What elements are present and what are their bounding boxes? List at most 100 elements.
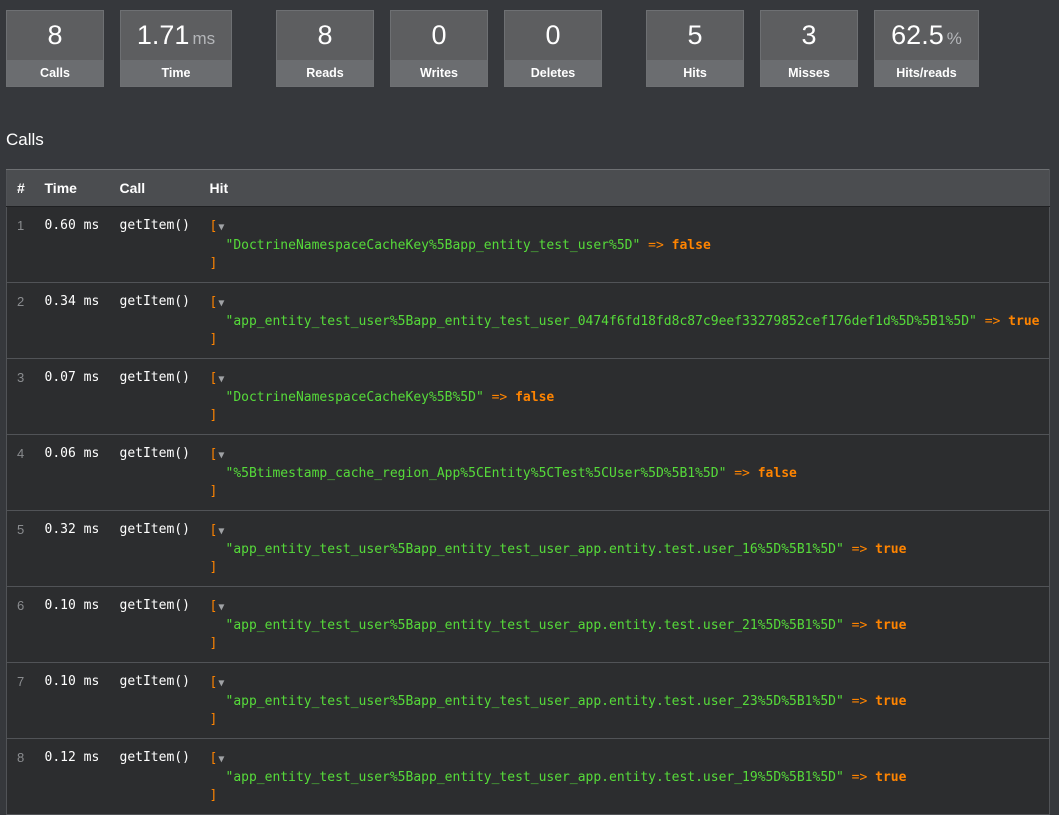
- collapse-toggle-icon[interactable]: ▼: [218, 602, 224, 613]
- dump-entry: "%5Btimestamp_cache_region_App%5CEntity%…: [210, 465, 1049, 483]
- row-number: 5: [6, 510, 35, 587]
- cache-key: "app_entity_test_user%5Bapp_entity_test_…: [225, 770, 844, 785]
- open-bracket: [: [209, 295, 218, 310]
- dump-open: [▼: [210, 446, 1049, 465]
- row-time: 0.60 ms: [34, 206, 110, 283]
- row-hit: [▼ "%5Btimestamp_cache_region_App%5CEntit…: [199, 434, 1050, 511]
- metric-label: Hits/reads: [875, 60, 978, 86]
- collapse-toggle-icon[interactable]: ▼: [218, 678, 224, 689]
- hit-value: true: [875, 770, 907, 785]
- open-bracket: [: [209, 219, 218, 234]
- open-bracket: [: [209, 599, 218, 614]
- metric-unit: %: [946, 29, 962, 48]
- dump-arrow: =>: [648, 238, 664, 253]
- open-bracket: [: [209, 447, 218, 462]
- collapse-toggle-icon[interactable]: ▼: [218, 754, 224, 765]
- hit-value: false: [671, 238, 711, 253]
- collapse-toggle-icon[interactable]: ▼: [218, 450, 224, 461]
- dump-arrow: =>: [491, 390, 508, 405]
- row-time: 0.34 ms: [34, 282, 110, 359]
- dump-open: [▼: [210, 750, 1049, 769]
- dump-close: ]: [210, 407, 1049, 425]
- close-bracket: ]: [209, 636, 218, 651]
- header-num: #: [6, 169, 35, 207]
- dump-close: ]: [210, 559, 1049, 577]
- cache-key: "app_entity_test_user%5Bapp_entity_test_…: [225, 694, 844, 709]
- row-call: getItem(): [109, 282, 200, 359]
- cache-key: "app_entity_test_user%5Bapp_entity_test_…: [225, 618, 844, 633]
- open-bracket: [: [209, 751, 218, 766]
- hit-value: false: [757, 466, 797, 481]
- dump-entry: "DoctrineNamespaceCacheKey%5B%5D" => fal…: [210, 389, 1049, 407]
- open-bracket: [: [209, 371, 218, 386]
- row-hit: [▼ "app_entity_test_user%5Bapp_entity_tes…: [199, 738, 1050, 815]
- metric-value: 0: [431, 20, 447, 50]
- close-bracket: ]: [209, 256, 218, 271]
- table-row: 4 0.06 ms getItem() [▼ "%5Btimestamp_cache_r…: [6, 434, 1050, 511]
- dump-open: [▼: [210, 218, 1049, 237]
- table-row: 2 0.34 ms getItem() [▼ "app_entity_test_user…: [6, 282, 1050, 359]
- table-row: 8 0.12 ms getItem() [▼ "app_entity_test_user…: [6, 738, 1050, 815]
- dump-arrow: =>: [851, 694, 868, 709]
- open-bracket: [: [209, 675, 218, 690]
- cache-key: "DoctrineNamespaceCacheKey%5B%5D": [225, 390, 484, 405]
- row-number: 3: [6, 358, 35, 435]
- dump-entry: "app_entity_test_user%5Bapp_entity_test_…: [210, 541, 1049, 559]
- hit-value: true: [1008, 314, 1040, 329]
- row-call: getItem(): [109, 206, 200, 283]
- dump-arrow: =>: [984, 314, 1001, 329]
- table-row: 6 0.10 ms getItem() [▼ "app_entity_test_user…: [6, 586, 1050, 663]
- close-bracket: ]: [209, 332, 218, 347]
- collapse-toggle-icon[interactable]: ▼: [218, 526, 224, 537]
- metric-misses: 3 Misses: [760, 10, 858, 87]
- metric-label: Hits: [647, 60, 743, 86]
- metric-reads: 8 Reads: [276, 10, 374, 87]
- row-call: getItem(): [109, 510, 200, 587]
- header-hit: Hit: [199, 169, 1050, 207]
- row-call: getItem(): [109, 434, 200, 511]
- dump-entry: "app_entity_test_user%5Bapp_entity_test_…: [210, 313, 1049, 331]
- metric-hits-reads: 62.5% Hits/reads: [874, 10, 979, 87]
- row-number: 4: [6, 434, 35, 511]
- metric-writes: 0 Writes: [390, 10, 488, 87]
- row-number: 7: [6, 662, 35, 739]
- row-hit: [▼ "DoctrineNamespaceCacheKey%5B%5D" => f…: [199, 358, 1050, 435]
- row-time: 0.12 ms: [34, 738, 110, 815]
- dump-entry: "app_entity_test_user%5Bapp_entity_test_…: [210, 769, 1049, 787]
- row-number: 6: [6, 586, 35, 663]
- metric-label: Deletes: [505, 60, 601, 86]
- row-time: 0.10 ms: [34, 662, 110, 739]
- cache-key: "%5Btimestamp_cache_region_App%5CEntity%…: [225, 466, 727, 481]
- metric-label: Time: [121, 60, 231, 86]
- dump-open: [▼: [210, 598, 1049, 617]
- row-call: getItem(): [109, 358, 200, 435]
- dump-arrow: =>: [851, 770, 868, 785]
- metric-value: 62.5%: [891, 20, 962, 50]
- header-time: Time: [34, 169, 110, 207]
- dump-entry: "DoctrineNamespaceCacheKey%5Bapp_entity_…: [210, 237, 1049, 255]
- hit-value: true: [875, 618, 907, 633]
- collapse-toggle-icon[interactable]: ▼: [218, 222, 224, 233]
- hit-value: false: [515, 390, 555, 405]
- dump-open: [▼: [210, 294, 1049, 313]
- collapse-toggle-icon[interactable]: ▼: [218, 374, 224, 385]
- header-call: Call: [109, 169, 200, 207]
- metric-deletes: 0 Deletes: [504, 10, 602, 87]
- dump-open: [▼: [210, 674, 1049, 693]
- calls-table: # Time Call Hit 1 0.60 ms getItem() [▼ "Doct…: [6, 169, 1050, 815]
- close-bracket: ]: [209, 408, 218, 423]
- dump-arrow: =>: [851, 542, 868, 557]
- open-bracket: [: [209, 523, 218, 538]
- row-call: getItem(): [109, 662, 200, 739]
- row-time: 0.10 ms: [34, 586, 110, 663]
- row-time: 0.07 ms: [34, 358, 110, 435]
- dump-open: [▼: [210, 370, 1049, 389]
- metric-label: Calls: [7, 60, 103, 86]
- row-time: 0.06 ms: [34, 434, 110, 511]
- dump-close: ]: [210, 331, 1049, 349]
- table-row: 5 0.32 ms getItem() [▼ "app_entity_test_user…: [6, 510, 1050, 587]
- close-bracket: ]: [209, 484, 218, 499]
- table-row: 7 0.10 ms getItem() [▼ "app_entity_test_user…: [6, 662, 1050, 739]
- collapse-toggle-icon[interactable]: ▼: [218, 298, 224, 309]
- metric-unit: ms: [192, 29, 216, 48]
